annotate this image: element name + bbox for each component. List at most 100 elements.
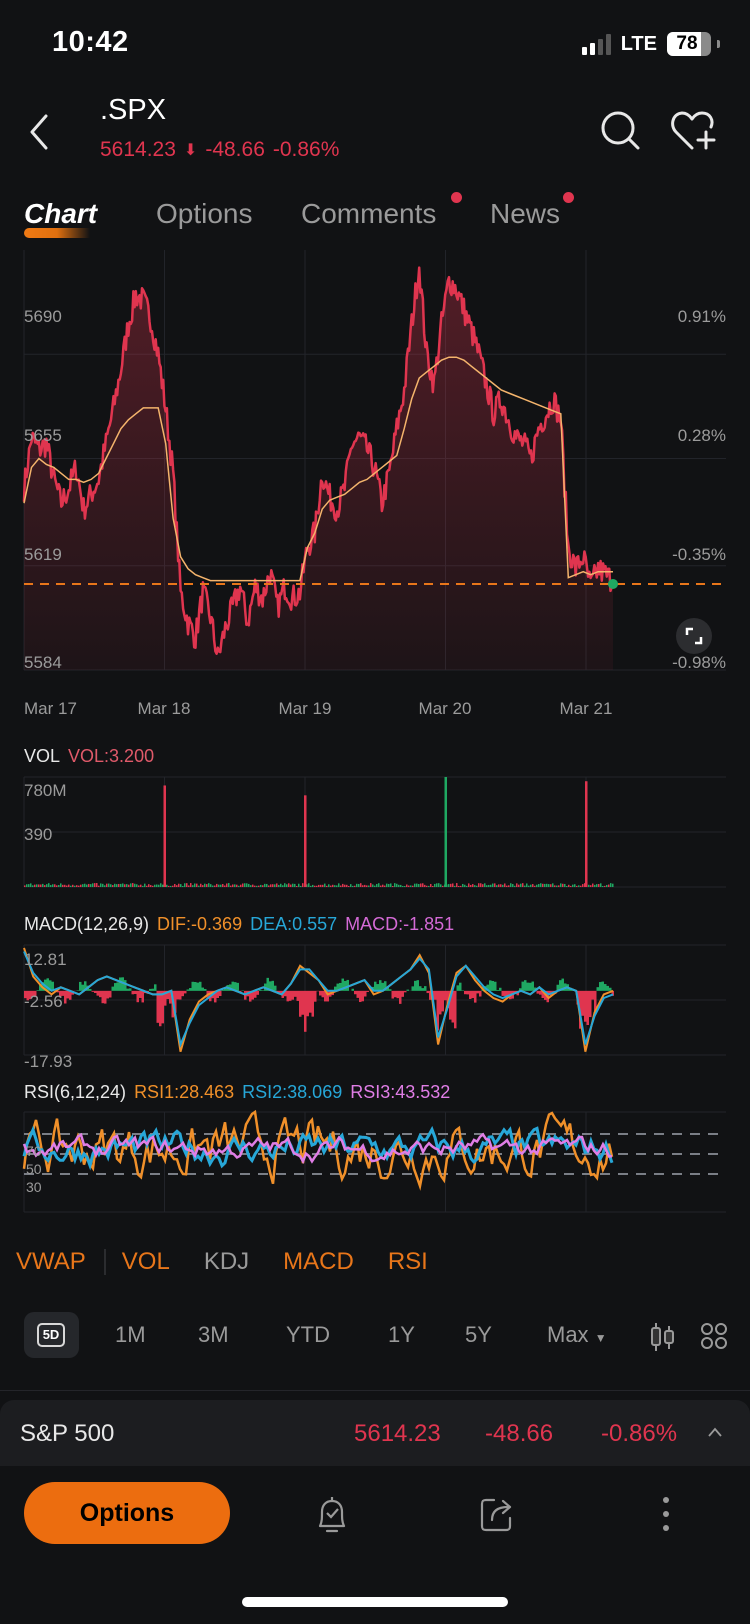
macd-hist-bar [464, 990, 467, 995]
period-max[interactable]: Max ▼ [547, 1322, 607, 1348]
period-5d[interactable]: 5D [24, 1312, 79, 1358]
macd-hist-bar [274, 985, 277, 991]
volume-bar [482, 884, 484, 887]
macd-hist-bar [204, 988, 207, 991]
macd-hist-bar [106, 990, 109, 999]
macd-hist-bar [321, 990, 324, 998]
tab-options[interactable]: Options [156, 198, 253, 230]
volume-bar [358, 883, 360, 887]
macd-hist-bar [414, 980, 417, 991]
share-icon[interactable] [478, 1494, 518, 1534]
more-icon[interactable] [646, 1494, 686, 1534]
macd-hist-bar [79, 981, 82, 991]
indicator-macd[interactable]: MACD [283, 1248, 354, 1276]
indicator-vwap[interactable]: VWAP [16, 1248, 86, 1276]
volume-bar [62, 884, 64, 887]
macd-hist-bar [141, 990, 144, 1003]
chart-area[interactable]: 5690 5655 5619 5584 0.91% 0.28% -0.35% -… [0, 250, 750, 1220]
volume-bar [522, 883, 524, 887]
tab-news[interactable]: News [490, 198, 560, 230]
macd-hist-bar [591, 990, 594, 1000]
volume-bar [74, 885, 76, 887]
summary-change: -48.66 [485, 1420, 554, 1447]
volume-bar [480, 883, 482, 887]
volume-bar [374, 885, 376, 887]
y-tick-price-2: 5619 [24, 545, 62, 564]
rsi2-value: RSI2:38.069 [242, 1082, 343, 1102]
chevron-up-icon[interactable] [708, 1426, 722, 1440]
period-1y[interactable]: 1Y [388, 1322, 415, 1348]
volume-bar [476, 885, 478, 887]
macd-hist-bar [521, 981, 524, 991]
macd-grid [23, 944, 726, 1056]
volume-bar [302, 883, 304, 887]
rsi-label: RSI(6,12,24) [24, 1082, 127, 1102]
period-5y[interactable]: 5Y [465, 1322, 492, 1348]
volume-bar [184, 883, 186, 887]
volume-bar [122, 883, 124, 887]
alert-bell-icon[interactable] [312, 1494, 352, 1534]
macd-hist-bar [374, 981, 377, 991]
volume-legend: VOL VOL:3.200 [24, 746, 154, 767]
volume-bar [566, 885, 568, 887]
volume-bar [234, 884, 236, 887]
indicator-kdj[interactable]: KDJ [204, 1248, 249, 1276]
period-3m[interactable]: 3M [198, 1322, 229, 1348]
candlestick-icon[interactable] [650, 1322, 676, 1352]
volume-bar [50, 885, 52, 887]
macd-hist-bar [459, 982, 462, 991]
volume-bar [188, 885, 190, 887]
volume-bar [78, 885, 80, 887]
volume-bar [328, 884, 330, 887]
macd-hist-bar [301, 990, 304, 1015]
back-icon[interactable] [22, 110, 58, 154]
volume-bar [338, 883, 340, 887]
volume-bar [178, 883, 180, 887]
volume-bar [562, 883, 564, 887]
volume-bar [362, 885, 364, 887]
volume-bar [150, 885, 152, 887]
vol-y-tick-1: 390 [24, 825, 52, 844]
options-button[interactable]: Options [24, 1482, 230, 1544]
tab-comments[interactable]: Comments [301, 198, 436, 230]
volume-bar [500, 884, 502, 887]
volume-bar [66, 885, 68, 887]
volume-bar [286, 884, 288, 887]
fullscreen-button[interactable] [676, 618, 712, 654]
volume-bar [268, 885, 270, 887]
volume-bar [376, 883, 378, 887]
tab-chart[interactable]: Chart [24, 198, 97, 230]
volume-bar [154, 884, 156, 887]
y-tick-price-1: 5655 [24, 426, 62, 445]
volume-bar [228, 883, 230, 887]
volume-bar [112, 885, 114, 887]
period-1m[interactable]: 1M [115, 1322, 146, 1348]
volume-bar [386, 883, 388, 887]
macd-hist-bar [179, 990, 182, 1000]
section-divider [0, 1390, 750, 1391]
macd-hist-bar [126, 988, 129, 991]
volume-bar [168, 885, 170, 887]
volume-bar [528, 885, 530, 887]
indicator-vol[interactable]: VOL [122, 1248, 170, 1276]
grid-menu-icon[interactable] [700, 1322, 728, 1350]
volume-bar [336, 885, 338, 887]
volume-bar [138, 885, 140, 887]
quote-summary-bar[interactable]: S&P 500 5614.23 -48.66 -0.86% [0, 1400, 750, 1466]
indicator-rsi[interactable]: RSI [388, 1248, 428, 1276]
volume-bar [366, 885, 368, 887]
volume-bar [508, 885, 510, 887]
macd-hist-bar [479, 990, 482, 997]
search-icon[interactable] [600, 110, 642, 152]
volume-bar [424, 884, 426, 887]
volume-bar [552, 883, 554, 887]
price-change-pct: -0.86% [272, 138, 340, 161]
macd-hist-bar [426, 990, 429, 994]
add-to-watchlist-icon[interactable] [670, 108, 718, 152]
volume-bar [334, 885, 336, 887]
macd-hist-bar [494, 981, 497, 991]
volume-bar [404, 885, 406, 887]
volume-bar [438, 883, 440, 887]
volume-bar [384, 885, 386, 887]
period-ytd[interactable]: YTD [286, 1322, 330, 1348]
